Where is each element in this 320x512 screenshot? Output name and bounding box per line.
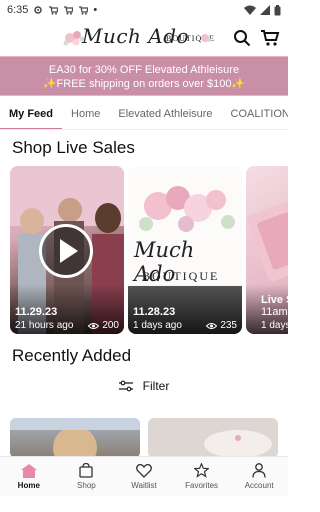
tab-home[interactable]: Home bbox=[62, 100, 109, 129]
live-sale-card[interactable]: Much Ado BOUTIQUE 11.28.23 1 days ago 23… bbox=[128, 166, 242, 334]
tab-my-feed[interactable]: My Feed bbox=[0, 100, 63, 129]
nav-favorites[interactable]: Favorites bbox=[173, 457, 231, 496]
card-logo-sub: BOUTIQUE bbox=[142, 269, 220, 283]
live-sales-title: Shop Live Sales bbox=[12, 138, 135, 157]
search-icon bbox=[234, 30, 251, 47]
live-sale-card[interactable]: 11.29.23 21 hours ago 200 bbox=[10, 166, 124, 334]
search-button[interactable] bbox=[230, 26, 254, 50]
promo-line-1: EA30 for 30% OFF Elevated Athleisure bbox=[48, 64, 240, 76]
tab-coalition[interactable]: COALITION bbox=[222, 100, 288, 129]
cart-notification-icon bbox=[49, 6, 59, 15]
category-tabs: My Feed Home Elevated Athleisure COALITI… bbox=[0, 100, 288, 130]
home-icon bbox=[20, 463, 37, 478]
play-icon bbox=[60, 239, 78, 263]
wifi-icon bbox=[244, 5, 256, 15]
live-sale-views: 235 bbox=[206, 320, 237, 331]
live-sale-date: 11.28.23 bbox=[133, 306, 176, 318]
filter-label: Filter bbox=[142, 379, 170, 393]
cart-icon bbox=[261, 30, 280, 46]
promo-line-2: ✨FREE shipping on orders over $100✨ bbox=[42, 78, 246, 90]
system-navigation-bar bbox=[0, 496, 288, 512]
cart-button[interactable] bbox=[258, 26, 282, 50]
live-sale-time: 11am bbox=[261, 306, 288, 318]
battery-icon bbox=[274, 4, 281, 15]
shopping-bag-icon bbox=[79, 463, 94, 478]
live-sale-ago: 1 days ago bbox=[133, 320, 182, 331]
views-count: 235 bbox=[220, 320, 237, 331]
bottom-navigation: Home Shop Waitlist Favorites Account bbox=[0, 456, 288, 496]
recently-added-grid bbox=[10, 418, 288, 458]
floral-accent-icon bbox=[201, 34, 211, 42]
filter-sliders-icon bbox=[118, 380, 133, 392]
filter-button[interactable]: Filter bbox=[0, 374, 288, 398]
status-time: 6:35 bbox=[7, 4, 29, 16]
nav-shop[interactable]: Shop bbox=[58, 457, 116, 496]
nav-home[interactable]: Home bbox=[0, 457, 58, 496]
live-sales-carousel[interactable]: 11.29.23 21 hours ago 200 Much Ado BOUTI… bbox=[10, 166, 288, 334]
cart-notification-icon-2 bbox=[64, 6, 74, 15]
star-icon bbox=[194, 463, 210, 478]
promo-banner[interactable]: EA30 for 30% OFF Elevated Athleisure ✨FR… bbox=[0, 56, 288, 96]
product-card[interactable] bbox=[148, 418, 278, 458]
live-sale-ago: 1 days ago bbox=[261, 320, 288, 331]
tab-elevated-athleisure[interactable]: Elevated Athleisure bbox=[109, 100, 221, 129]
views-count: 200 bbox=[102, 320, 119, 331]
live-sale-ago: 21 hours ago bbox=[15, 320, 74, 331]
nav-shop-label: Shop bbox=[77, 481, 96, 490]
live-sale-date: Live Sa bbox=[261, 294, 288, 306]
settings-icon bbox=[34, 6, 43, 14]
signal-icon bbox=[260, 5, 270, 15]
recently-added-title: Recently Added bbox=[12, 346, 132, 365]
status-bar: 6:35 • bbox=[0, 0, 288, 20]
brand-logo[interactable]: Much Ado BOUTIQUE bbox=[62, 24, 214, 52]
nav-home-label: Home bbox=[17, 480, 40, 490]
heart-icon bbox=[136, 463, 152, 478]
live-sale-views: 200 bbox=[88, 320, 119, 331]
play-button[interactable] bbox=[39, 224, 93, 278]
nav-account[interactable]: Account bbox=[230, 457, 288, 496]
product-image bbox=[204, 430, 272, 458]
eye-icon bbox=[88, 322, 100, 329]
cart-notification-icon-3 bbox=[79, 6, 89, 15]
product-card[interactable] bbox=[10, 418, 140, 458]
nav-account-label: Account bbox=[244, 481, 274, 490]
app-header: Much Ado BOUTIQUE bbox=[0, 20, 288, 56]
live-sale-card[interactable]: Live Sa 11am 1 days ago bbox=[246, 166, 288, 334]
nav-waitlist[interactable]: Waitlist bbox=[115, 457, 173, 496]
nav-waitlist-label: Waitlist bbox=[131, 480, 157, 490]
live-sale-date: 11.29.23 bbox=[15, 306, 58, 318]
product-image bbox=[10, 418, 140, 458]
person-icon bbox=[252, 463, 266, 478]
eye-icon bbox=[206, 322, 218, 329]
status-more-dot: • bbox=[93, 4, 98, 16]
nav-favorites-label: Favorites bbox=[185, 481, 219, 490]
